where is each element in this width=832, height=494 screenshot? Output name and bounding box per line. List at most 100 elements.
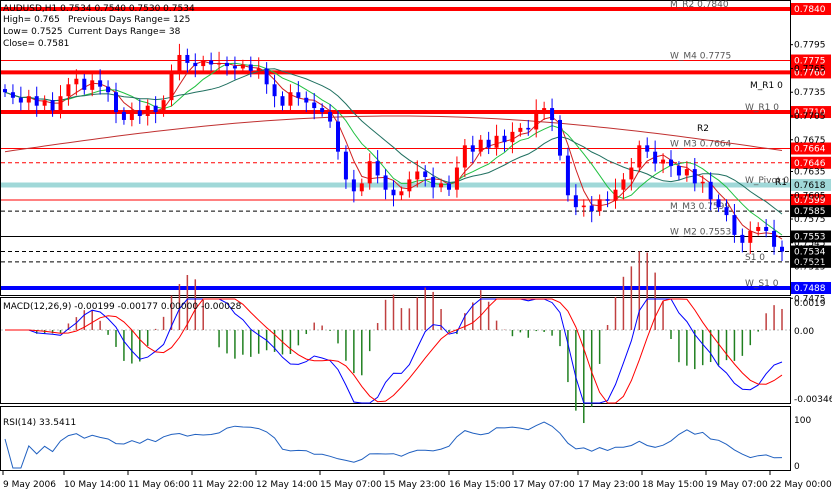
- price-axis-label: 0.7605: [794, 191, 826, 201]
- candle-body: [526, 127, 531, 130]
- macd-top-value: 0.0019: [794, 299, 826, 309]
- price-axis-label: 0.7765: [794, 64, 826, 74]
- candle-body: [716, 199, 721, 208]
- candle-body: [423, 171, 428, 178]
- candle-body: [486, 139, 491, 148]
- price-axis-label: 0.7675: [794, 136, 826, 146]
- candle-body: [597, 199, 602, 212]
- candle-body: [676, 165, 681, 176]
- candle-body: [478, 139, 483, 152]
- candle-body: [312, 102, 317, 109]
- candle-body: [780, 246, 784, 252]
- level-text: W_S1 0: [745, 279, 779, 289]
- price-axis-label: 0.7515: [794, 263, 826, 273]
- candle-body: [3, 89, 7, 93]
- candle-body: [510, 131, 515, 143]
- candle-body: [462, 145, 467, 168]
- candle-body: [692, 169, 697, 184]
- candle-body: [288, 92, 293, 106]
- candle-body: [161, 100, 166, 113]
- candle-body: [209, 60, 214, 65]
- rsi-label: RSI(14) 33.5411: [3, 418, 76, 428]
- current-days-range: Current Days Range= 38: [68, 27, 181, 37]
- candle-body: [351, 179, 356, 192]
- candle-body: [629, 167, 634, 180]
- candle-body: [661, 159, 666, 164]
- macd-zero-value: 0.00: [794, 327, 814, 337]
- candle-body: [724, 207, 729, 216]
- candle-body: [454, 167, 459, 190]
- candle-body: [684, 169, 689, 176]
- time-axis-label: 22 May 00:00: [770, 480, 832, 490]
- candle-body: [764, 226, 769, 231]
- low-readout: Low= 0.7525: [3, 27, 63, 37]
- candle-body: [669, 159, 673, 166]
- candle-body: [336, 121, 340, 152]
- level-text: M_M3 0.7599: [670, 202, 730, 212]
- candle-body: [637, 145, 642, 168]
- candle-body: [359, 183, 364, 192]
- macd-bottom-value: -0.00346: [794, 395, 832, 405]
- candle-body: [518, 127, 523, 132]
- rsi-panel[interactable]: [0, 406, 791, 471]
- candle-body: [240, 64, 245, 69]
- trading-chart[interactable]: 0.7840M_R2 0.78400.7775W_M4 0.77750.7760…: [0, 0, 832, 494]
- level-text: W_M2 0.7553: [670, 227, 731, 237]
- price-tag-label: 0.7664: [794, 145, 826, 155]
- time-axis-label: 15 May 23:00: [384, 480, 446, 490]
- price-tag-label: 0.7488: [794, 284, 826, 294]
- level-text: S1 0: [745, 253, 765, 263]
- macd-panel[interactable]: [0, 297, 791, 404]
- rsi-bottom-value: 0: [794, 462, 800, 472]
- candle-body: [90, 80, 95, 90]
- candle-body: [26, 96, 31, 103]
- r1-label: R1: [775, 178, 787, 188]
- candle-body: [328, 112, 333, 122]
- candle-body: [10, 92, 15, 98]
- time-axis-label: 15 May 07:00: [320, 480, 382, 490]
- candle-body: [169, 72, 174, 101]
- candle-body: [748, 230, 753, 243]
- candle-body: [407, 179, 412, 192]
- level-text: W_M4 0.7775: [670, 52, 731, 62]
- candle-body: [756, 226, 761, 231]
- candle-body: [565, 155, 570, 196]
- candle-body: [201, 60, 206, 67]
- candle-body: [50, 100, 55, 111]
- price-tag-label: 0.7618: [794, 181, 826, 191]
- candle-body: [447, 183, 451, 190]
- previous-days-range: Previous Days Range= 125: [68, 15, 190, 25]
- candle-body: [185, 54, 190, 63]
- candle-body: [129, 110, 134, 120]
- candle-body: [74, 78, 79, 85]
- candle-body: [621, 179, 626, 190]
- candle-body: [645, 145, 650, 152]
- candle-body: [272, 84, 277, 97]
- candle-body: [114, 92, 118, 113]
- price-axis-label: 0.7735: [794, 88, 826, 98]
- time-axis-label: 17 May 07:00: [513, 480, 575, 490]
- macd-label: MACD(12,26,9) -0.00199 -0.00177 0.00000 …: [3, 302, 242, 312]
- candle-body: [470, 145, 475, 152]
- price-axis-label: 0.7635: [794, 167, 826, 177]
- level-text: W_M3 0.7664: [670, 140, 732, 150]
- candle-body: [740, 234, 745, 243]
- candle-body: [82, 78, 87, 90]
- candle-body: [375, 161, 380, 176]
- candle-body: [558, 119, 562, 156]
- time-axis-label: 11 May 06:00: [128, 480, 190, 490]
- candle-body: [605, 199, 610, 201]
- candle-body: [18, 97, 23, 103]
- candle-body: [439, 183, 444, 188]
- candle-body: [431, 177, 436, 188]
- candle-body: [534, 110, 539, 130]
- candle-body: [264, 68, 269, 85]
- candle-body: [58, 96, 63, 111]
- candle-body: [542, 108, 547, 111]
- candle-body: [248, 64, 253, 71]
- candle-body: [225, 62, 229, 67]
- time-axis-label: 12 May 14:00: [256, 480, 318, 490]
- candle-body: [343, 151, 348, 180]
- candle-body: [106, 86, 111, 93]
- candle-body: [494, 135, 499, 148]
